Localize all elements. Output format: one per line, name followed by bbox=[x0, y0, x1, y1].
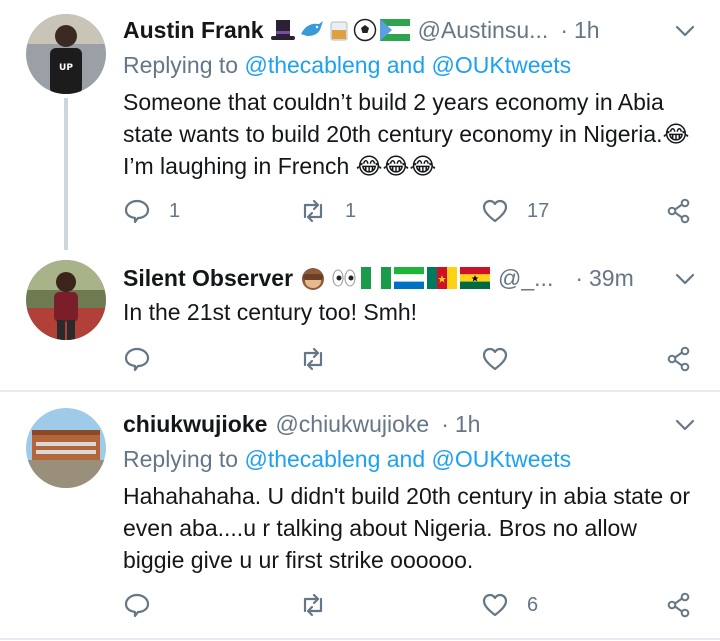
cameroon-flag-icon bbox=[427, 267, 458, 289]
top-hat-icon bbox=[270, 20, 295, 40]
replying-to: Replying to @thecableng and @OUKtweets bbox=[123, 446, 571, 473]
tweet-silent-observer[interactable]: Silent Observer @_... · 39m In the 21st … bbox=[0, 250, 720, 390]
avatar[interactable] bbox=[26, 260, 106, 340]
share-icon bbox=[667, 198, 690, 224]
chevron-down-icon[interactable] bbox=[674, 20, 696, 42]
replying-to: Replying to @thecableng and @OUKtweets bbox=[123, 52, 571, 79]
separator-dot: · bbox=[441, 410, 449, 437]
display-name[interactable]: Austin Frank bbox=[123, 17, 264, 44]
divider bbox=[0, 638, 720, 640]
dolphin-icon bbox=[300, 21, 323, 36]
handle[interactable]: @_... bbox=[498, 265, 553, 292]
name-emojis bbox=[270, 18, 410, 42]
see-no-evil-monkey-icon bbox=[302, 268, 325, 290]
like-button[interactable] bbox=[481, 345, 527, 373]
tweet-austin-frank[interactable]: UP Austin Frank @Austinsu... · 1h Replyi… bbox=[0, 0, 720, 250]
svg-text:UP: UP bbox=[59, 63, 73, 73]
name-emojis bbox=[299, 265, 491, 291]
like-button[interactable]: 17 bbox=[481, 197, 549, 225]
reply-icon bbox=[124, 347, 150, 372]
separator-dot: · bbox=[560, 16, 568, 43]
chevron-down-icon[interactable] bbox=[674, 414, 696, 436]
replying-targets[interactable]: @thecableng and @OUKtweets bbox=[244, 446, 571, 472]
share-icon bbox=[667, 592, 690, 618]
like-button[interactable]: 6 bbox=[481, 591, 538, 619]
nigeria-flag-icon bbox=[361, 267, 392, 289]
avatar[interactable]: UP bbox=[26, 14, 106, 94]
eyes-icon bbox=[332, 269, 356, 287]
tweet-header: Austin Frank @Austinsu... · 1h bbox=[123, 14, 720, 46]
share-button[interactable] bbox=[665, 591, 693, 619]
reply-button[interactable] bbox=[123, 591, 169, 619]
tweet-text: Hahahahaha. U didn't build 20th century … bbox=[123, 483, 690, 573]
like-count: 6 bbox=[527, 593, 539, 616]
reply-icon bbox=[124, 593, 150, 618]
like-icon bbox=[482, 199, 508, 223]
retweet-icon bbox=[303, 593, 323, 617]
retweet-button[interactable] bbox=[299, 591, 345, 619]
handle[interactable]: @Austinsu... bbox=[418, 17, 549, 44]
chevron-down-icon[interactable] bbox=[674, 268, 696, 290]
timestamp[interactable]: 1h bbox=[455, 411, 481, 438]
share-icon bbox=[667, 346, 690, 372]
separator-dot: · bbox=[575, 264, 584, 291]
timestamp[interactable]: 39m bbox=[589, 265, 634, 292]
soccer-ball-icon bbox=[353, 18, 376, 42]
share-button[interactable] bbox=[665, 197, 693, 225]
sierra-leone-flag-icon bbox=[379, 19, 410, 41]
tweet-text: In the 21st century too! Smh! bbox=[123, 299, 418, 325]
like-icon bbox=[482, 347, 508, 371]
tweet-chiukwujioke[interactable]: chiukwujioke @chiukwujioke · 1h Replying… bbox=[0, 392, 720, 641]
reply-button[interactable]: 1 bbox=[123, 197, 180, 225]
thread-line bbox=[64, 98, 68, 250]
reply-button[interactable] bbox=[123, 345, 169, 373]
like-icon bbox=[482, 593, 508, 617]
replying-targets[interactable]: @thecableng and @OUKtweets bbox=[244, 52, 571, 78]
tweet-header: chiukwujioke @chiukwujioke · 1h bbox=[123, 408, 720, 440]
timestamp[interactable]: 1h bbox=[574, 17, 600, 44]
display-name[interactable]: Silent Observer bbox=[123, 265, 293, 292]
reply-icon bbox=[124, 199, 150, 224]
handle[interactable]: @chiukwujioke bbox=[275, 411, 429, 438]
ghana-flag-icon bbox=[460, 267, 491, 289]
reply-count: 1 bbox=[169, 199, 181, 222]
action-bar: 6 bbox=[123, 591, 703, 623]
tweet-header: Silent Observer @_... · 39m bbox=[123, 262, 720, 294]
action-bar bbox=[123, 345, 703, 377]
tweet-text: Someone that couldn’t build 2 years econ… bbox=[123, 89, 690, 179]
replying-prefix: Replying to bbox=[123, 52, 239, 78]
replying-prefix: Replying to bbox=[123, 446, 239, 472]
share-button[interactable] bbox=[665, 345, 693, 373]
retweet-icon bbox=[303, 347, 323, 371]
avatar[interactable] bbox=[26, 408, 106, 488]
retweet-count: 1 bbox=[345, 199, 357, 222]
action-bar: 1 1 17 bbox=[123, 197, 703, 229]
retweet-button[interactable] bbox=[299, 345, 345, 373]
like-count: 17 bbox=[527, 199, 550, 222]
display-name[interactable]: chiukwujioke bbox=[123, 411, 267, 438]
tumbler-glass-icon bbox=[330, 21, 348, 41]
retweet-icon bbox=[303, 199, 323, 223]
sierra-leone-flag-icon bbox=[394, 267, 425, 289]
retweet-button[interactable]: 1 bbox=[299, 197, 356, 225]
